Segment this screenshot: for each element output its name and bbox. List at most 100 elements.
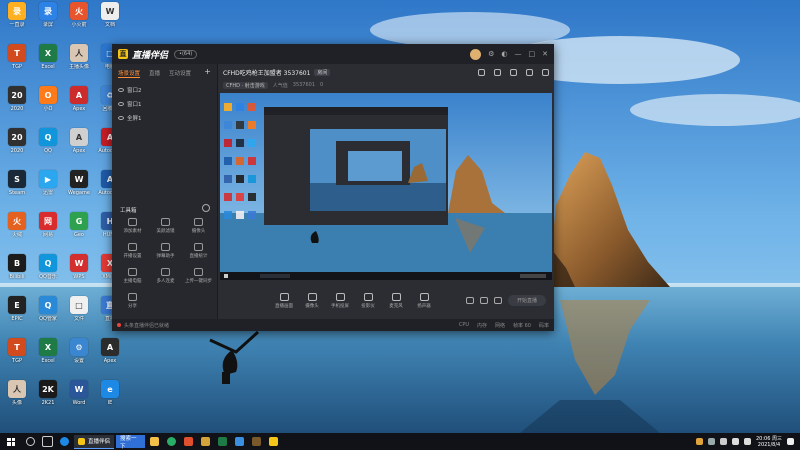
desktop-icon[interactable]: G Geo xyxy=(64,212,94,238)
toolbox-collapse-icon[interactable] xyxy=(202,204,210,212)
tool-item[interactable]: 直播统计 xyxy=(182,241,215,263)
tool-item[interactable]: 添加素材 xyxy=(116,216,149,238)
desktop-icon[interactable]: W Wegame xyxy=(64,170,94,196)
desktop-icon[interactable]: ▶ 迅雷 xyxy=(33,170,63,196)
desktop-icon[interactable]: 20 2020 xyxy=(2,128,32,154)
tab-interaction[interactable]: 互动设置 xyxy=(169,69,191,78)
notification-icon[interactable] xyxy=(787,438,794,445)
tool-item[interactable]: 分享 xyxy=(116,291,149,313)
desktop-icon[interactable]: B Bilibili xyxy=(2,254,32,280)
browser-icon[interactable] xyxy=(56,433,73,450)
desktop-icon[interactable]: O 小O xyxy=(33,86,63,112)
speaker-control[interactable]: 扬声器 xyxy=(410,292,438,309)
gift-icon[interactable] xyxy=(478,68,485,76)
desktop-icon[interactable]: Q QQ xyxy=(33,128,63,154)
skin-icon[interactable]: ◐ xyxy=(501,50,507,58)
tool-item[interactable]: 摄像头 xyxy=(182,216,215,238)
desktop-icon[interactable]: E EPIC xyxy=(2,296,32,322)
room-tag[interactable]: 房间 xyxy=(314,68,331,76)
scene-item[interactable]: 全屏1 xyxy=(112,111,217,125)
lock-icon[interactable] xyxy=(494,68,501,76)
desktop-icon[interactable]: W 文档 xyxy=(95,2,125,28)
close-button[interactable]: ✕ xyxy=(542,50,548,58)
desktop-icon[interactable]: T TGP xyxy=(2,44,32,70)
minimize-button[interactable]: — xyxy=(515,50,522,58)
phone-cast-control[interactable]: 手机投屏 xyxy=(326,292,354,309)
share-icon[interactable] xyxy=(542,68,549,76)
desktop-icon[interactable]: W Word xyxy=(64,380,94,406)
desktop-icon[interactable]: Q QQ音乐 xyxy=(33,254,63,280)
microphone-control[interactable]: 麦克风 xyxy=(382,292,410,309)
task-view-icon[interactable] xyxy=(39,433,56,450)
desktop-icon[interactable]: 20 2020 xyxy=(2,86,32,112)
desktop-icon[interactable]: 火小火箭 xyxy=(64,2,94,28)
tool-item[interactable]: 美颜滤镜 xyxy=(149,216,182,238)
screen-capture-control[interactable]: 直播画面 xyxy=(270,292,298,309)
bell-icon[interactable] xyxy=(526,68,533,76)
desktop-icon[interactable]: 火火绒 xyxy=(2,212,32,238)
tray-app-icon[interactable] xyxy=(708,438,715,445)
network-icon[interactable] xyxy=(732,438,739,445)
taskbar-app-live-companion[interactable]: 直播伴侣 xyxy=(74,434,115,449)
folder-icon[interactable] xyxy=(146,433,163,450)
wechat-icon[interactable] xyxy=(163,433,180,450)
app-icon[interactable] xyxy=(197,433,214,450)
record-video-icon[interactable] xyxy=(466,297,474,304)
desktop-icon[interactable]: 2K 2K21 xyxy=(33,380,63,406)
desktop-icon[interactable]: X Excel xyxy=(33,44,63,70)
gear-icon[interactable] xyxy=(494,297,502,304)
eye-icon[interactable] xyxy=(118,102,124,106)
desktop-icon[interactable]: T TGP xyxy=(2,338,32,364)
desktop-icon[interactable]: A Apex xyxy=(64,86,94,112)
tab-live[interactable]: 直播 xyxy=(149,69,160,78)
start-live-button[interactable]: 开始直播 xyxy=(508,295,546,306)
desktop-icon[interactable]: 录录屏 xyxy=(33,2,63,28)
tool-item[interactable]: 多人连麦 xyxy=(149,266,182,288)
room-title[interactable]: CFHD吃鸡枪王加盟者 3537601 xyxy=(223,68,310,77)
projector-control[interactable]: 投影仪 xyxy=(354,292,382,309)
chevron-up-icon[interactable] xyxy=(720,438,727,445)
taskbar-search-app[interactable]: 搜索一下 xyxy=(116,435,146,450)
app-icon[interactable] xyxy=(265,433,282,450)
excel-icon[interactable] xyxy=(214,433,231,450)
desktop-icon[interactable]: Q QQ管家 xyxy=(33,296,63,322)
app-icon[interactable] xyxy=(231,433,248,450)
tool-item[interactable]: 主播电脑 xyxy=(116,266,149,288)
tray-app-icon[interactable] xyxy=(696,438,703,445)
desktop-icon[interactable]: W WPS xyxy=(64,254,94,280)
tool-item[interactable]: 开播设置 xyxy=(116,241,149,263)
desktop-icon[interactable]: A Apex xyxy=(95,338,125,364)
search-icon[interactable] xyxy=(22,433,39,450)
category-chip[interactable]: CFHD · 射击游戏 xyxy=(223,81,268,89)
desktop-icon[interactable]: A Apex xyxy=(64,128,94,154)
game-icon[interactable] xyxy=(180,433,197,450)
desktop-icon[interactable]: □ 文件 xyxy=(64,296,94,322)
scene-item[interactable]: 窗口1 xyxy=(112,97,217,111)
settings-icon[interactable]: ⚙ xyxy=(488,50,494,58)
eye-icon[interactable] xyxy=(118,88,124,92)
app-icon[interactable] xyxy=(248,433,265,450)
clock[interactable]: 20:06 周三 2021/8/4 xyxy=(756,436,782,448)
tab-scene[interactable]: 场景设置 xyxy=(118,69,141,78)
desktop-icon[interactable]: e IE xyxy=(95,380,125,406)
record-icon[interactable] xyxy=(510,68,517,76)
scene-item[interactable]: 窗口2 xyxy=(112,83,217,97)
version-pill[interactable]: •(64) xyxy=(174,49,198,59)
camera-control[interactable]: 摄像头 xyxy=(298,292,326,309)
start-button[interactable] xyxy=(0,433,22,450)
tool-item[interactable]: 上传一键同步 xyxy=(182,266,215,288)
desktop-icon[interactable]: X Excel xyxy=(33,338,63,364)
add-scene-button[interactable]: + xyxy=(204,68,211,78)
desktop-icon[interactable]: 人头像 xyxy=(2,380,32,406)
refresh-icon[interactable] xyxy=(480,297,488,304)
desktop-icon[interactable]: ⚙ 设置 xyxy=(64,338,94,364)
desktop-icon[interactable]: 人主播头像 xyxy=(64,44,94,70)
desktop-icon[interactable]: 录一直录 xyxy=(2,2,32,28)
tool-item[interactable]: 弹幕助手 xyxy=(149,241,182,263)
desktop-icon[interactable]: 网网易 xyxy=(33,212,63,238)
eye-icon[interactable] xyxy=(118,116,124,120)
maximize-button[interactable]: □ xyxy=(529,50,536,58)
stream-preview[interactable] xyxy=(220,93,552,280)
user-avatar[interactable] xyxy=(470,48,482,60)
volume-icon[interactable] xyxy=(744,438,751,445)
